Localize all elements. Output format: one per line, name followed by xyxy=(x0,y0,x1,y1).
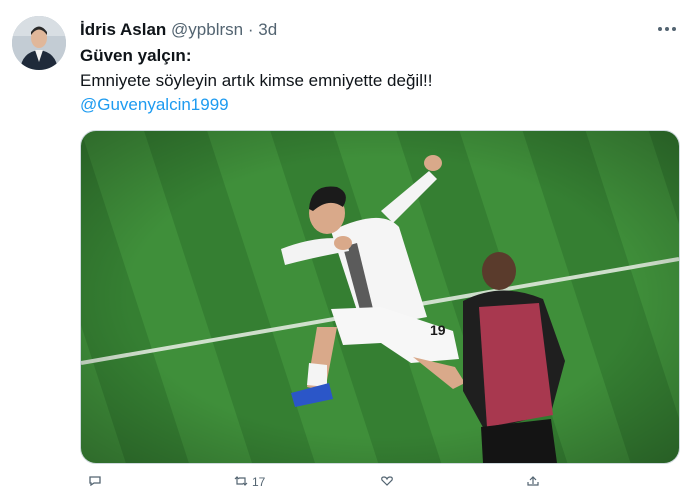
tweet-text-line-1: Güven yalçın: xyxy=(80,46,192,65)
avatar[interactable] xyxy=(12,16,66,70)
tweet-header: İdris Aslan @ypblrsn · 3d xyxy=(80,20,277,40)
author-handle[interactable]: @ypblrsn xyxy=(171,20,243,39)
author-name[interactable]: İdris Aslan xyxy=(80,20,166,39)
tweet-photo[interactable]: 19 xyxy=(80,130,680,464)
more-icon[interactable] xyxy=(658,18,678,38)
share-icon[interactable] xyxy=(526,476,540,486)
separator-dot: · xyxy=(247,20,254,39)
tweet-card[interactable]: İdris Aslan @ypblrsn · 3d Güven yalçın: … xyxy=(0,0,700,489)
mention-link[interactable]: @Guvenyalcin1999 xyxy=(80,94,229,116)
like-icon[interactable] xyxy=(380,476,394,486)
tweet-timestamp[interactable]: 3d xyxy=(258,20,277,39)
football-celebration-image: 19 xyxy=(81,131,679,463)
avatar-image xyxy=(12,16,66,70)
jersey-number: 19 xyxy=(430,322,446,338)
retweet-icon[interactable] xyxy=(234,476,248,486)
reply-icon[interactable] xyxy=(88,476,102,486)
tweet-text-line-2: Emniyete söyleyin artık kimse emniyette … xyxy=(80,71,433,90)
tweet-actions: 17 xyxy=(80,474,678,489)
retweet-count: 17 xyxy=(252,475,266,489)
